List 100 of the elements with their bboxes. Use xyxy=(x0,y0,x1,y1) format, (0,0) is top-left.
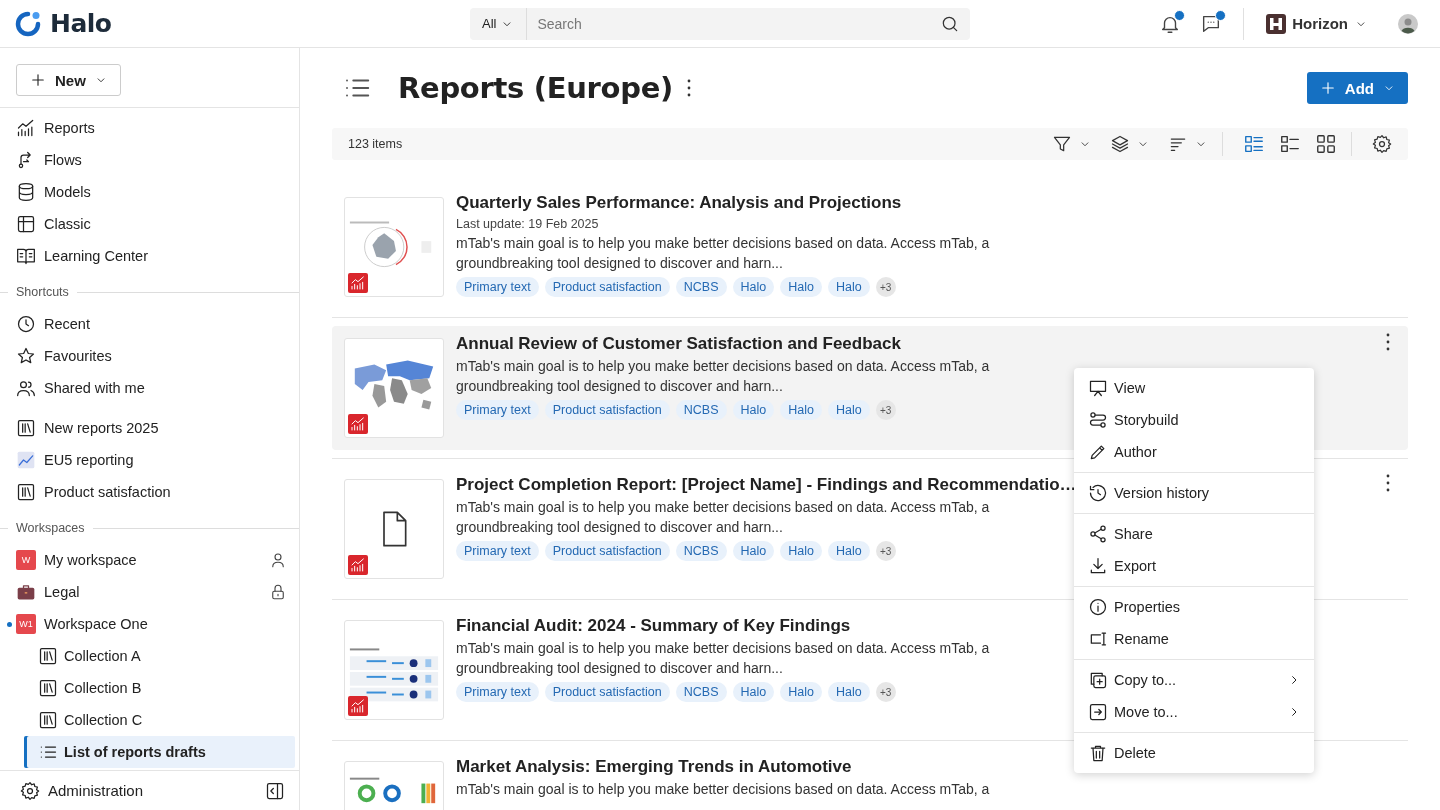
tag[interactable]: Primary text xyxy=(456,277,539,297)
sidebar-item[interactable]: EU5 reporting xyxy=(0,444,287,476)
more-tags-count[interactable]: +3 xyxy=(875,277,896,297)
view-toggle[interactable] xyxy=(1279,133,1301,155)
new-button[interactable]: New xyxy=(16,64,121,96)
tag[interactable]: Halo xyxy=(780,400,822,420)
menu-item[interactable]: Share xyxy=(1074,518,1314,550)
line-chart-icon xyxy=(350,557,366,573)
database-icon xyxy=(16,182,36,202)
menu-item[interactable]: Delete xyxy=(1074,737,1314,769)
tag[interactable]: Halo xyxy=(732,682,775,702)
tag[interactable]: Product satisfaction xyxy=(544,400,670,420)
menu-item[interactable]: Storybuild xyxy=(1074,404,1314,436)
sidebar-item[interactable]: Recent xyxy=(0,308,287,340)
download-icon xyxy=(1088,556,1108,576)
tag[interactable]: NCBS xyxy=(675,541,727,561)
tag[interactable]: Halo xyxy=(732,400,775,420)
workspace-badge: W xyxy=(16,550,36,570)
more-button[interactable] xyxy=(1386,332,1390,352)
tag[interactable]: Primary text xyxy=(456,400,539,420)
menu-item[interactable]: Author xyxy=(1074,436,1314,468)
sidebar-item[interactable]: Models xyxy=(0,176,287,208)
section-heading: Shortcuts xyxy=(16,285,69,299)
app-logo: Halo xyxy=(50,9,112,38)
chat-button[interactable] xyxy=(1200,12,1223,35)
tag[interactable]: Halo xyxy=(827,541,870,561)
view-toggle[interactable] xyxy=(1315,133,1337,155)
tag[interactable]: Halo xyxy=(780,682,822,702)
copy-icon xyxy=(1088,670,1108,690)
sidebar-item[interactable]: Collection B xyxy=(24,672,295,704)
menu-item[interactable]: Export xyxy=(1074,550,1314,582)
tag[interactable]: Product satisfaction xyxy=(544,541,670,561)
more-icon xyxy=(1386,332,1390,352)
menu-item[interactable]: Properties xyxy=(1074,591,1314,623)
sidebar-item[interactable]: Flows xyxy=(0,144,287,176)
menu-item[interactable]: Move to... xyxy=(1074,696,1314,728)
tag[interactable]: Halo xyxy=(827,400,870,420)
briefcase-icon xyxy=(16,582,36,602)
collapse-sidebar-button[interactable] xyxy=(265,780,285,801)
more-tags-count[interactable]: +3 xyxy=(875,541,896,561)
tag[interactable]: Halo xyxy=(780,277,822,297)
report-description: mTab's main goal is to help you make better decisions based on data. Access mTab, a xyxy=(456,780,991,799)
report-title[interactable]: Quarterly Sales Performance: Analysis and Projections xyxy=(456,191,902,215)
sidebar-item[interactable]: Reports xyxy=(0,112,287,144)
sidebar-item[interactable]: Collection A xyxy=(24,640,295,672)
logo-icon xyxy=(14,9,42,38)
workspace-switcher[interactable]: Horizon xyxy=(1266,13,1368,34)
tag[interactable]: Product satisfaction xyxy=(544,277,670,297)
administration-link[interactable]: Administration xyxy=(20,780,257,801)
tag[interactable]: Halo xyxy=(732,541,775,561)
clock-icon xyxy=(16,314,36,334)
storybuild-icon xyxy=(1088,410,1108,430)
line-chart-icon xyxy=(16,118,36,138)
avatar-icon[interactable] xyxy=(1398,13,1418,34)
tag[interactable]: Halo xyxy=(780,541,822,561)
sidebar-item[interactable]: New reports 2025 xyxy=(0,412,287,444)
tag[interactable]: NCBS xyxy=(675,682,727,702)
add-button[interactable]: Add xyxy=(1306,72,1408,104)
tag[interactable]: Primary text xyxy=(456,541,539,561)
sidebar-item[interactable]: Learning Center xyxy=(0,240,287,272)
sidebar-item[interactable]: Classic xyxy=(0,208,287,240)
tag[interactable]: NCBS xyxy=(675,277,727,297)
report-title[interactable]: Financial Audit: 2024 - Summary of Key Findings xyxy=(456,614,851,638)
sidebar-item[interactable]: Shared with me xyxy=(0,372,287,404)
tag[interactable]: Halo xyxy=(827,277,870,297)
tag[interactable]: Product satisfaction xyxy=(544,682,670,702)
tag[interactable]: NCBS xyxy=(675,400,727,420)
details-view-icon xyxy=(1243,133,1265,155)
tag[interactable]: Primary text xyxy=(456,682,539,702)
bell-button[interactable] xyxy=(1159,12,1182,35)
sidebar-item[interactable]: Collection C xyxy=(24,704,295,736)
menu-item[interactable]: View xyxy=(1074,372,1314,404)
report-description: mTab's main goal is to help you make better decisions based on data. Access mTab, a groundbreaking tool designed to discover and harn... xyxy=(456,498,991,537)
sidebar-item[interactable]: List of reports drafts xyxy=(24,736,295,768)
more-button[interactable] xyxy=(1386,473,1390,493)
more-button[interactable] xyxy=(687,78,692,98)
report-title[interactable]: Market Analysis: Emerging Trends in Automotive xyxy=(456,755,852,779)
menu-item[interactable]: Rename xyxy=(1074,623,1314,655)
workspace-logo-icon xyxy=(1266,13,1287,34)
move-icon xyxy=(1088,702,1108,722)
more-tags-count[interactable]: +3 xyxy=(875,682,896,702)
sidebar-item[interactable]: Product satisfaction xyxy=(0,476,287,508)
scope-dropdown[interactable]: All xyxy=(470,7,528,40)
sidebar-item[interactable]: W1 Workspace One xyxy=(0,608,287,640)
tag[interactable]: Halo xyxy=(827,682,870,702)
menu-item[interactable]: Version history xyxy=(1074,477,1314,509)
settings-button[interactable] xyxy=(1372,134,1392,154)
sidebar-item[interactable]: W My workspace xyxy=(0,544,287,576)
tag[interactable]: Halo xyxy=(732,277,775,297)
grid-view-icon xyxy=(1315,133,1337,155)
report-title[interactable]: Project Completion Report: [Project Name] - Findings and Recommendatio… xyxy=(456,473,1077,497)
view-toggle[interactable] xyxy=(1243,133,1265,155)
sidebar-item[interactable]: Favourites xyxy=(0,340,287,372)
sidebar-item[interactable]: Legal xyxy=(0,576,287,608)
menu-item[interactable]: Copy to... xyxy=(1074,664,1314,696)
search-field[interactable]: All Search xyxy=(470,7,970,40)
workspace-badge: W1 xyxy=(16,614,36,634)
report-title[interactable]: Annual Review of Customer Satisfaction and Feedback xyxy=(456,332,901,356)
more-tags-count[interactable]: +3 xyxy=(875,400,896,420)
book-icon xyxy=(16,246,36,266)
